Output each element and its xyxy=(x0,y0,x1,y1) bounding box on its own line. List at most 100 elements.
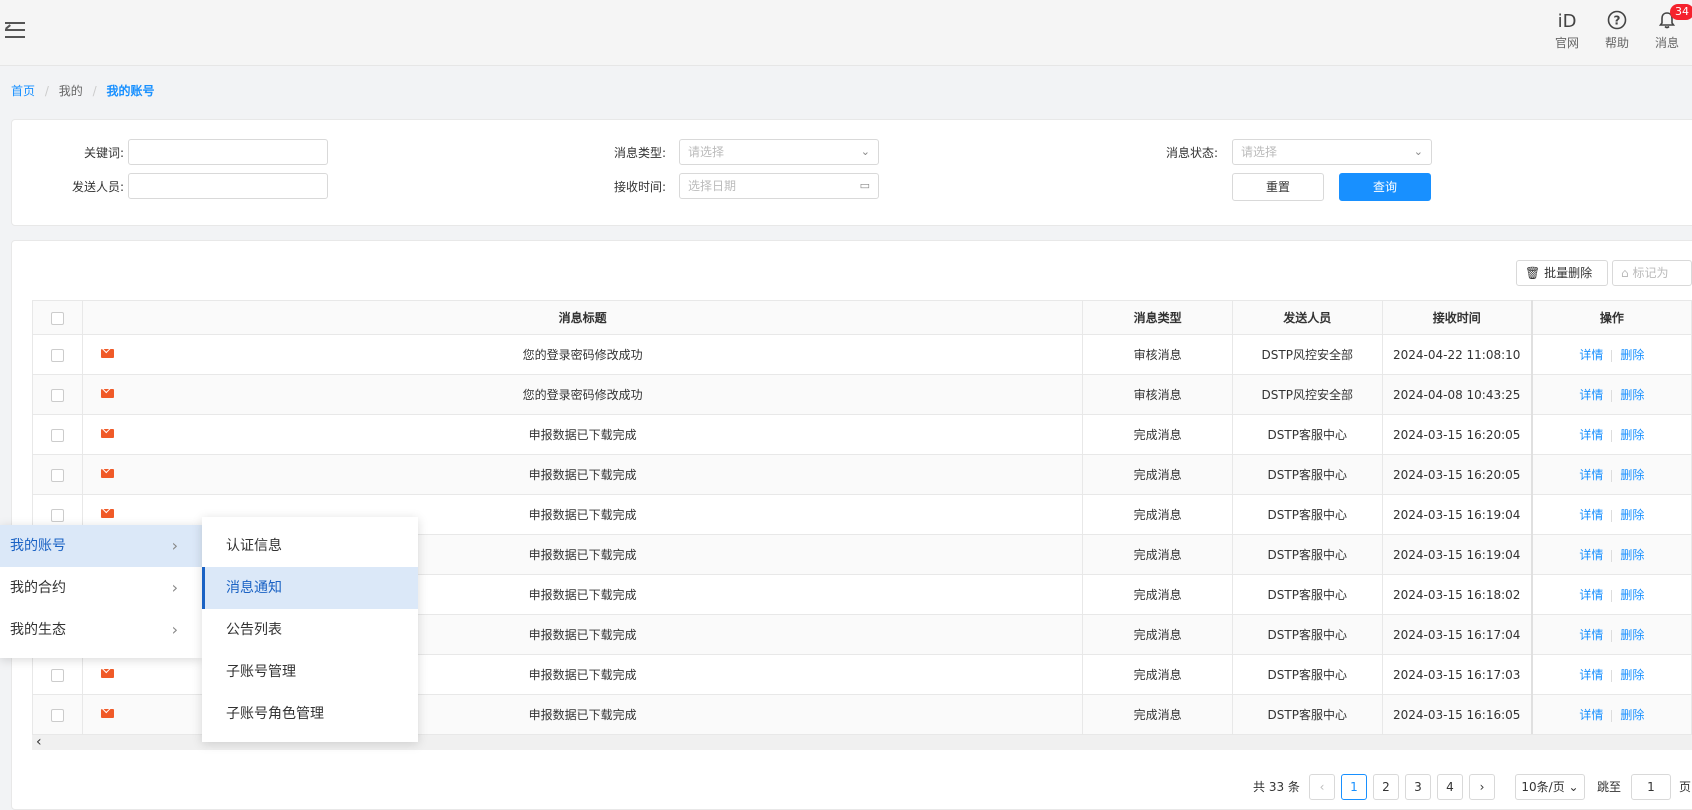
menu-collapse-icon[interactable] xyxy=(5,22,25,38)
delete-link[interactable]: 删除 xyxy=(1620,548,1644,562)
time-picker[interactable]: 选择日期 ▭ xyxy=(679,173,879,199)
menu-item-subaccount-roles[interactable]: 子账号角色管理 xyxy=(202,693,418,735)
delete-link[interactable]: 删除 xyxy=(1620,348,1644,362)
delete-link[interactable]: 删除 xyxy=(1620,468,1644,482)
notification-badge: 34 xyxy=(1670,4,1692,20)
next-page-button[interactable]: › xyxy=(1469,774,1495,800)
actions-cell: 详情 删除 xyxy=(1530,574,1692,615)
message-title: 申报数据已下载完成 xyxy=(528,548,637,562)
row-select-cell xyxy=(32,414,83,455)
mail-icon xyxy=(100,389,114,398)
menu-item-notifications[interactable]: 消息通知 xyxy=(202,567,418,609)
row-checkbox[interactable] xyxy=(50,468,64,482)
row-checkbox[interactable] xyxy=(50,708,64,722)
type-cell: 完成消息 xyxy=(1082,454,1233,495)
row-checkbox[interactable] xyxy=(50,508,64,522)
delete-link[interactable]: 删除 xyxy=(1620,628,1644,642)
actions-cell: 详情 删除 xyxy=(1530,454,1692,495)
row-checkbox[interactable] xyxy=(50,388,64,402)
breadcrumb-current: 我的账号 xyxy=(106,84,155,98)
detail-link[interactable]: 详情 xyxy=(1579,708,1603,722)
query-button[interactable]: 查询 xyxy=(1339,173,1431,201)
total-count: 共 33 条 xyxy=(1253,780,1300,794)
menu-item-my-ecosystem[interactable]: 我的生态 › xyxy=(0,609,202,651)
detail-link[interactable]: 详情 xyxy=(1579,388,1603,402)
mark-as-select[interactable]: ⌂ 标记为 xyxy=(1612,260,1692,286)
menu-item-my-account[interactable]: 我的账号 › xyxy=(0,525,202,567)
menu-item-subaccount-management[interactable]: 子账号管理 xyxy=(202,651,418,693)
scroll-left-icon[interactable]: ‹ xyxy=(36,735,42,749)
breadcrumb-mine[interactable]: 我的 xyxy=(59,84,83,98)
page-3-button[interactable]: 3 xyxy=(1405,774,1431,800)
batch-delete-button[interactable]: 🗑 批量删除 xyxy=(1516,260,1608,286)
detail-link[interactable]: 详情 xyxy=(1579,628,1603,642)
type-cell: 完成消息 xyxy=(1082,414,1233,455)
pagination: 共 33 条 ‹ 1 2 3 4 › 10条/页 ⌄ 跳至 1 页 xyxy=(1253,774,1692,800)
message-title: 您的登录密码修改成功 xyxy=(522,388,643,402)
delete-link[interactable]: 删除 xyxy=(1620,708,1644,722)
row-checkbox[interactable] xyxy=(50,348,64,362)
select-all-checkbox[interactable] xyxy=(50,311,64,325)
delete-link[interactable]: 删除 xyxy=(1620,508,1644,522)
message-title: 申报数据已下载完成 xyxy=(528,628,637,642)
breadcrumb-home[interactable]: 首页 xyxy=(11,84,35,98)
page-size-select[interactable]: 10条/页 ⌄ xyxy=(1515,774,1585,800)
type-cell: 审核消息 xyxy=(1082,374,1233,415)
type-cell: 完成消息 xyxy=(1082,534,1233,575)
table-row: 您的登录密码修改成功 审核消息 DSTP风控安全部 2024-04-22 11:… xyxy=(32,334,1692,375)
top-icons: ⅰD 官网 ? 帮助 34 消息 xyxy=(1542,4,1692,51)
row-select-cell xyxy=(32,694,83,735)
detail-link[interactable]: 详情 xyxy=(1579,348,1603,362)
delete-link[interactable]: 删除 xyxy=(1620,388,1644,402)
official-site-button[interactable]: ⅰD 官网 xyxy=(1542,10,1592,51)
time-cell: 2024-03-15 16:20:05 xyxy=(1381,414,1533,455)
row-checkbox[interactable] xyxy=(50,428,64,442)
page-2-button[interactable]: 2 xyxy=(1373,774,1399,800)
detail-link[interactable]: 详情 xyxy=(1579,508,1603,522)
row-select-cell xyxy=(32,454,83,495)
notification-button[interactable]: 34 消息 xyxy=(1642,4,1692,51)
keyword-input[interactable] xyxy=(128,139,328,165)
menu-item-announcements[interactable]: 公告列表 xyxy=(202,609,418,651)
table-row: 申报数据已下载完成 完成消息 DSTP客服中心 2024-03-15 16:20… xyxy=(32,454,1692,495)
detail-link[interactable]: 详情 xyxy=(1579,548,1603,562)
actions-cell: 详情 删除 xyxy=(1530,534,1692,575)
title-cell: 您的登录密码修改成功 xyxy=(81,374,1084,415)
mail-icon xyxy=(100,429,114,438)
mark-as-label: 标记为 xyxy=(1632,266,1669,280)
sender-cell: DSTP客服中心 xyxy=(1231,574,1383,615)
help-icon: ? xyxy=(1592,10,1642,34)
detail-link[interactable]: 详情 xyxy=(1579,428,1603,442)
detail-link[interactable]: 详情 xyxy=(1579,588,1603,602)
reset-button[interactable]: 重置 xyxy=(1232,173,1324,201)
delete-link[interactable]: 删除 xyxy=(1620,588,1644,602)
page-4-button[interactable]: 4 xyxy=(1437,774,1463,800)
sender-input[interactable] xyxy=(128,173,328,199)
jump-input[interactable]: 1 xyxy=(1631,774,1671,800)
type-select[interactable]: 请选择 ⌄ xyxy=(679,139,879,165)
title-cell: 您的登录密码修改成功 xyxy=(81,334,1084,375)
delete-link[interactable]: 删除 xyxy=(1620,428,1644,442)
detail-link[interactable]: 详情 xyxy=(1579,668,1603,682)
jump-label: 跳至 xyxy=(1597,780,1622,794)
status-select[interactable]: 请选择 ⌄ xyxy=(1232,139,1432,165)
type-cell: 完成消息 xyxy=(1082,574,1233,615)
prev-page-button[interactable]: ‹ xyxy=(1309,774,1335,800)
mail-icon xyxy=(100,709,114,718)
sender-cell: DSTP客服中心 xyxy=(1231,454,1383,495)
time-cell: 2024-03-15 16:20:05 xyxy=(1381,454,1533,495)
sender-cell: DSTP客服中心 xyxy=(1231,414,1383,455)
message-title: 申报数据已下载完成 xyxy=(528,588,637,602)
title-cell: 申报数据已下载完成 xyxy=(81,454,1084,495)
sender-cell: DSTP客服中心 xyxy=(1231,614,1383,655)
help-button[interactable]: ? 帮助 xyxy=(1592,10,1642,51)
detail-link[interactable]: 详情 xyxy=(1579,468,1603,482)
page-1-button[interactable]: 1 xyxy=(1341,774,1367,800)
delete-link[interactable]: 删除 xyxy=(1620,668,1644,682)
menu-item-my-contract[interactable]: 我的合约 › xyxy=(0,567,202,609)
breadcrumb: 首页 / 我的 / 我的账号 xyxy=(11,82,160,99)
chevron-right-icon: › xyxy=(171,578,178,597)
menu-item-certification[interactable]: 认证信息 xyxy=(202,525,418,567)
row-checkbox[interactable] xyxy=(50,668,64,682)
time-cell: 2024-03-15 16:18:02 xyxy=(1381,574,1533,615)
